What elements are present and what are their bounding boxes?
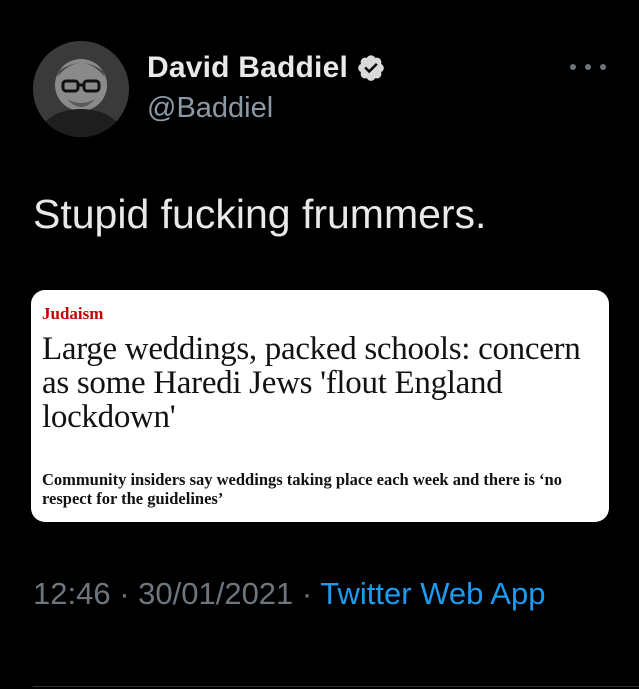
meta-separator: · — [110, 576, 139, 611]
author-name-row: David Baddiel — [147, 48, 386, 88]
divider — [33, 686, 639, 687]
tweet-text: Stupid fucking frummers. — [33, 191, 487, 237]
more-dot — [600, 64, 606, 70]
avatar[interactable] — [33, 41, 129, 137]
avatar-image — [33, 41, 129, 137]
link-card[interactable]: Judaism Large weddings, packed schools: … — [31, 290, 609, 522]
verified-badge-icon — [356, 53, 386, 83]
more-dot — [570, 64, 576, 70]
meta-separator: · — [293, 576, 321, 611]
more-dot — [585, 64, 591, 70]
more-options-icon[interactable] — [570, 56, 606, 78]
card-section-label: Judaism — [42, 304, 104, 323]
display-name[interactable]: David Baddiel — [147, 51, 348, 85]
tweet-meta: 12:46 · 30/01/2021 · Twitter Web App — [33, 572, 613, 616]
tweet-date[interactable]: 30/01/2021 — [138, 576, 293, 611]
tweet-source-link[interactable]: Twitter Web App — [320, 576, 545, 611]
card-headline: Large weddings, packed schools: concern … — [42, 331, 581, 435]
tweet: David Baddiel @Baddiel Stupid fucking fr… — [0, 0, 639, 689]
author-handle[interactable]: @Baddiel — [147, 92, 386, 125]
card-standfirst: Community insiders say weddings taking p… — [42, 470, 562, 508]
author-info: David Baddiel @Baddiel — [147, 48, 386, 125]
tweet-time[interactable]: 12:46 — [33, 576, 111, 611]
